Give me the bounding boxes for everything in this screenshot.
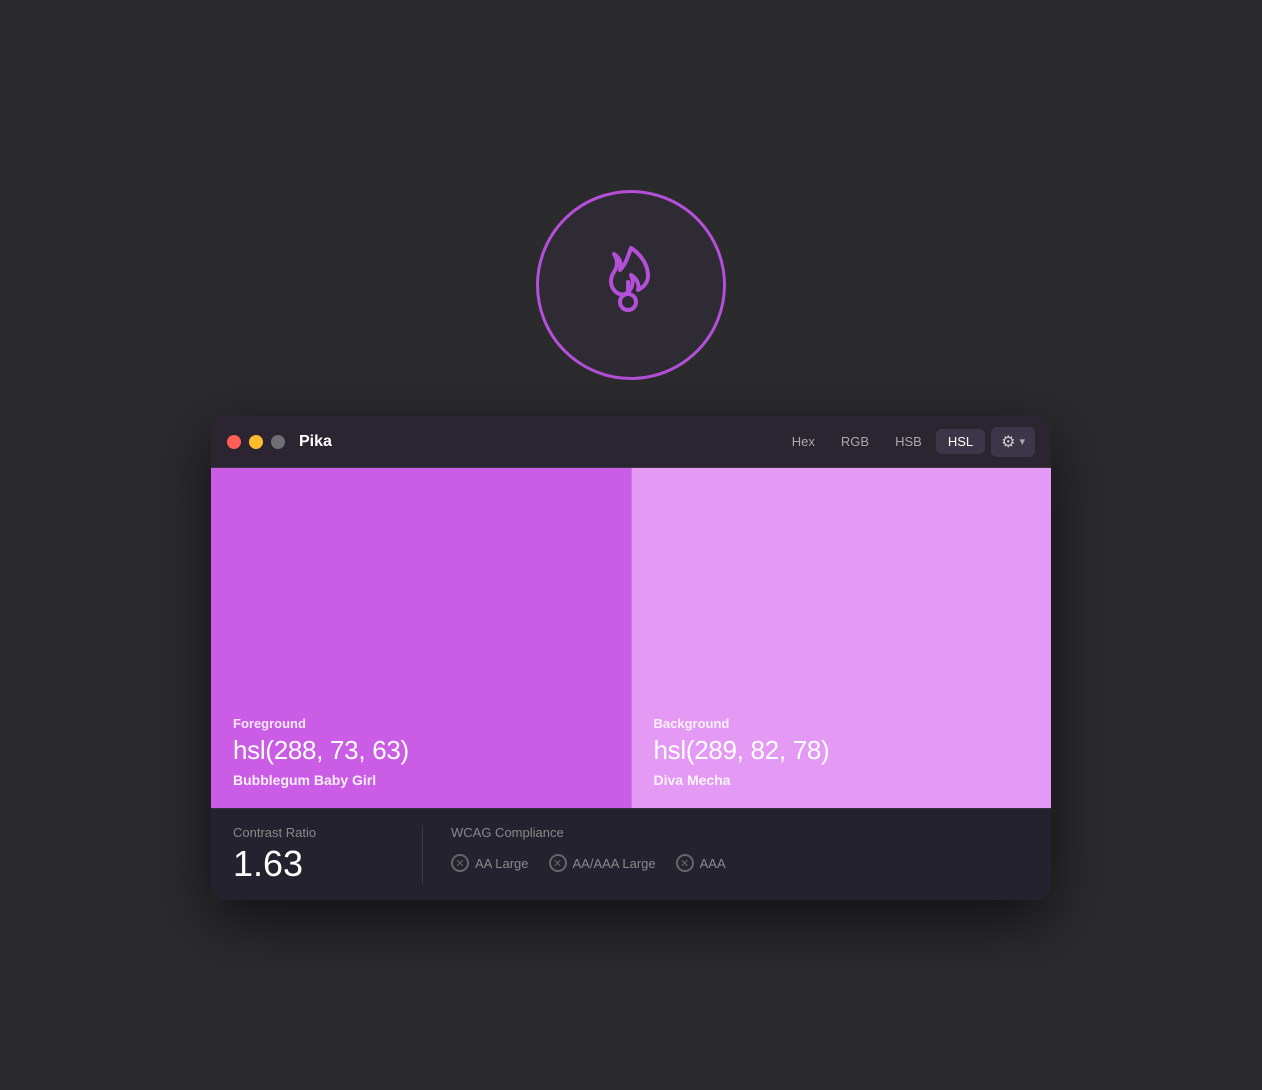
contrast-value: 1.63 [233,844,394,884]
wcag-item-aa-aaa-large: ✕ AA/AAA Large [549,854,656,872]
wcag-fail-icon-aaa: ✕ [676,854,694,872]
wcag-item-aa-large: ✕ AA Large [451,854,529,872]
wcag-item-aaa: ✕ AAA [676,854,726,872]
tab-rgb[interactable]: RGB [829,429,881,454]
contrast-section: Contrast Ratio 1.63 [233,825,423,884]
format-tabs: Hex RGB HSB HSL [780,429,985,454]
background-panel[interactable]: Background hsl(289, 82, 78) Diva Mecha [632,468,1052,808]
foreground-value: hsl(288, 73, 63) [233,735,609,766]
tab-hsb[interactable]: HSB [883,429,934,454]
titlebar: Pika Hex RGB HSB HSL ⚙ ▾ [211,416,1051,468]
chevron-down-icon: ▾ [1019,435,1025,448]
foreground-label: Foreground [233,716,609,731]
wcag-section: WCAG Compliance ✕ AA Large ✕ AA/AAA Larg… [451,825,726,872]
foreground-name: Bubblegum Baby Girl [233,772,609,788]
maximize-button[interactable] [271,435,285,449]
foreground-panel[interactable]: Foreground hsl(288, 73, 63) Bubblegum Ba… [211,468,632,808]
tab-hex[interactable]: Hex [780,429,827,454]
bottom-bar: Contrast Ratio 1.63 WCAG Compliance ✕ AA… [211,808,1051,900]
color-panels: Foreground hsl(288, 73, 63) Bubblegum Ba… [211,468,1051,808]
background-label: Background [654,716,1030,731]
background-name: Diva Mecha [654,772,1030,788]
window-title: Pika [299,433,780,451]
contrast-label: Contrast Ratio [233,825,394,840]
wcag-fail-icon-aa-aaa-large: ✕ [549,854,567,872]
wcag-label-aa-aaa-large: AA/AAA Large [573,856,656,871]
gear-icon: ⚙ [1001,432,1015,452]
tab-hsl[interactable]: HSL [936,429,985,454]
wcag-label-aa-large: AA Large [475,856,529,871]
main-window: Pika Hex RGB HSB HSL ⚙ ▾ Foreground hsl(… [211,416,1051,900]
wcag-label-aaa: AAA [700,856,726,871]
settings-button[interactable]: ⚙ ▾ [991,427,1035,457]
background-value: hsl(289, 82, 78) [654,735,1030,766]
wcag-fail-icon-aa-large: ✕ [451,854,469,872]
wcag-label: WCAG Compliance [451,825,726,840]
flame-icon [576,230,686,340]
minimize-button[interactable] [249,435,263,449]
close-button[interactable] [227,435,241,449]
wcag-items: ✕ AA Large ✕ AA/AAA Large ✕ AAA [451,854,726,872]
traffic-lights [227,435,285,449]
app-icon [536,190,726,380]
